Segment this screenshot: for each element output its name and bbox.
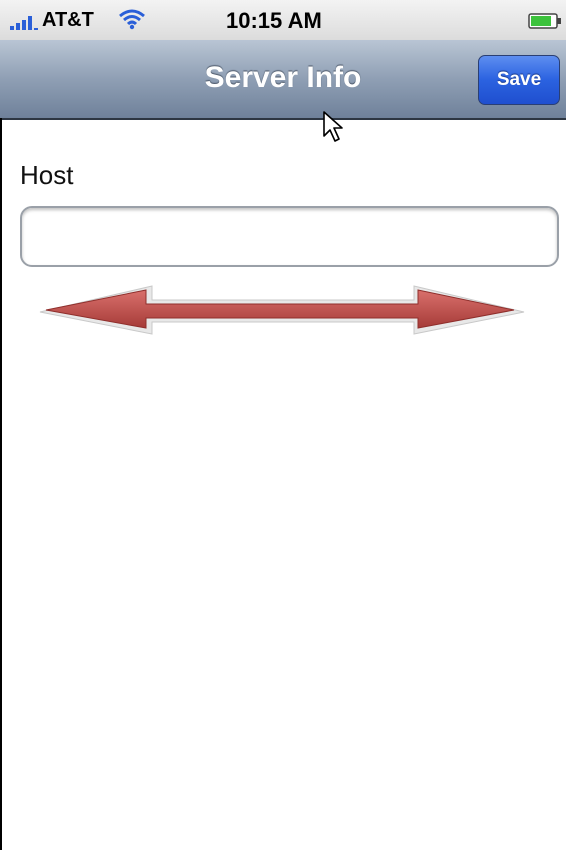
double-headed-arrow-icon (39, 285, 525, 335)
signal-bars-icon (10, 16, 38, 30)
host-input[interactable] (20, 206, 559, 267)
carrier-name: AT&T (42, 9, 94, 31)
app-screen: AT&T 10:15 AM Server Info Save Host (0, 0, 566, 850)
battery-charging-icon (528, 13, 561, 29)
status-bar: AT&T 10:15 AM (0, 0, 566, 41)
mouse-pointer-icon (323, 111, 343, 142)
status-time: 10:15 AM (226, 8, 322, 33)
host-label: Host (20, 160, 74, 190)
wifi-icon (119, 9, 145, 30)
screen-edge-divider (0, 118, 2, 850)
save-button[interactable]: Save (478, 55, 560, 105)
navigation-bar: Server Info Save (0, 40, 566, 120)
